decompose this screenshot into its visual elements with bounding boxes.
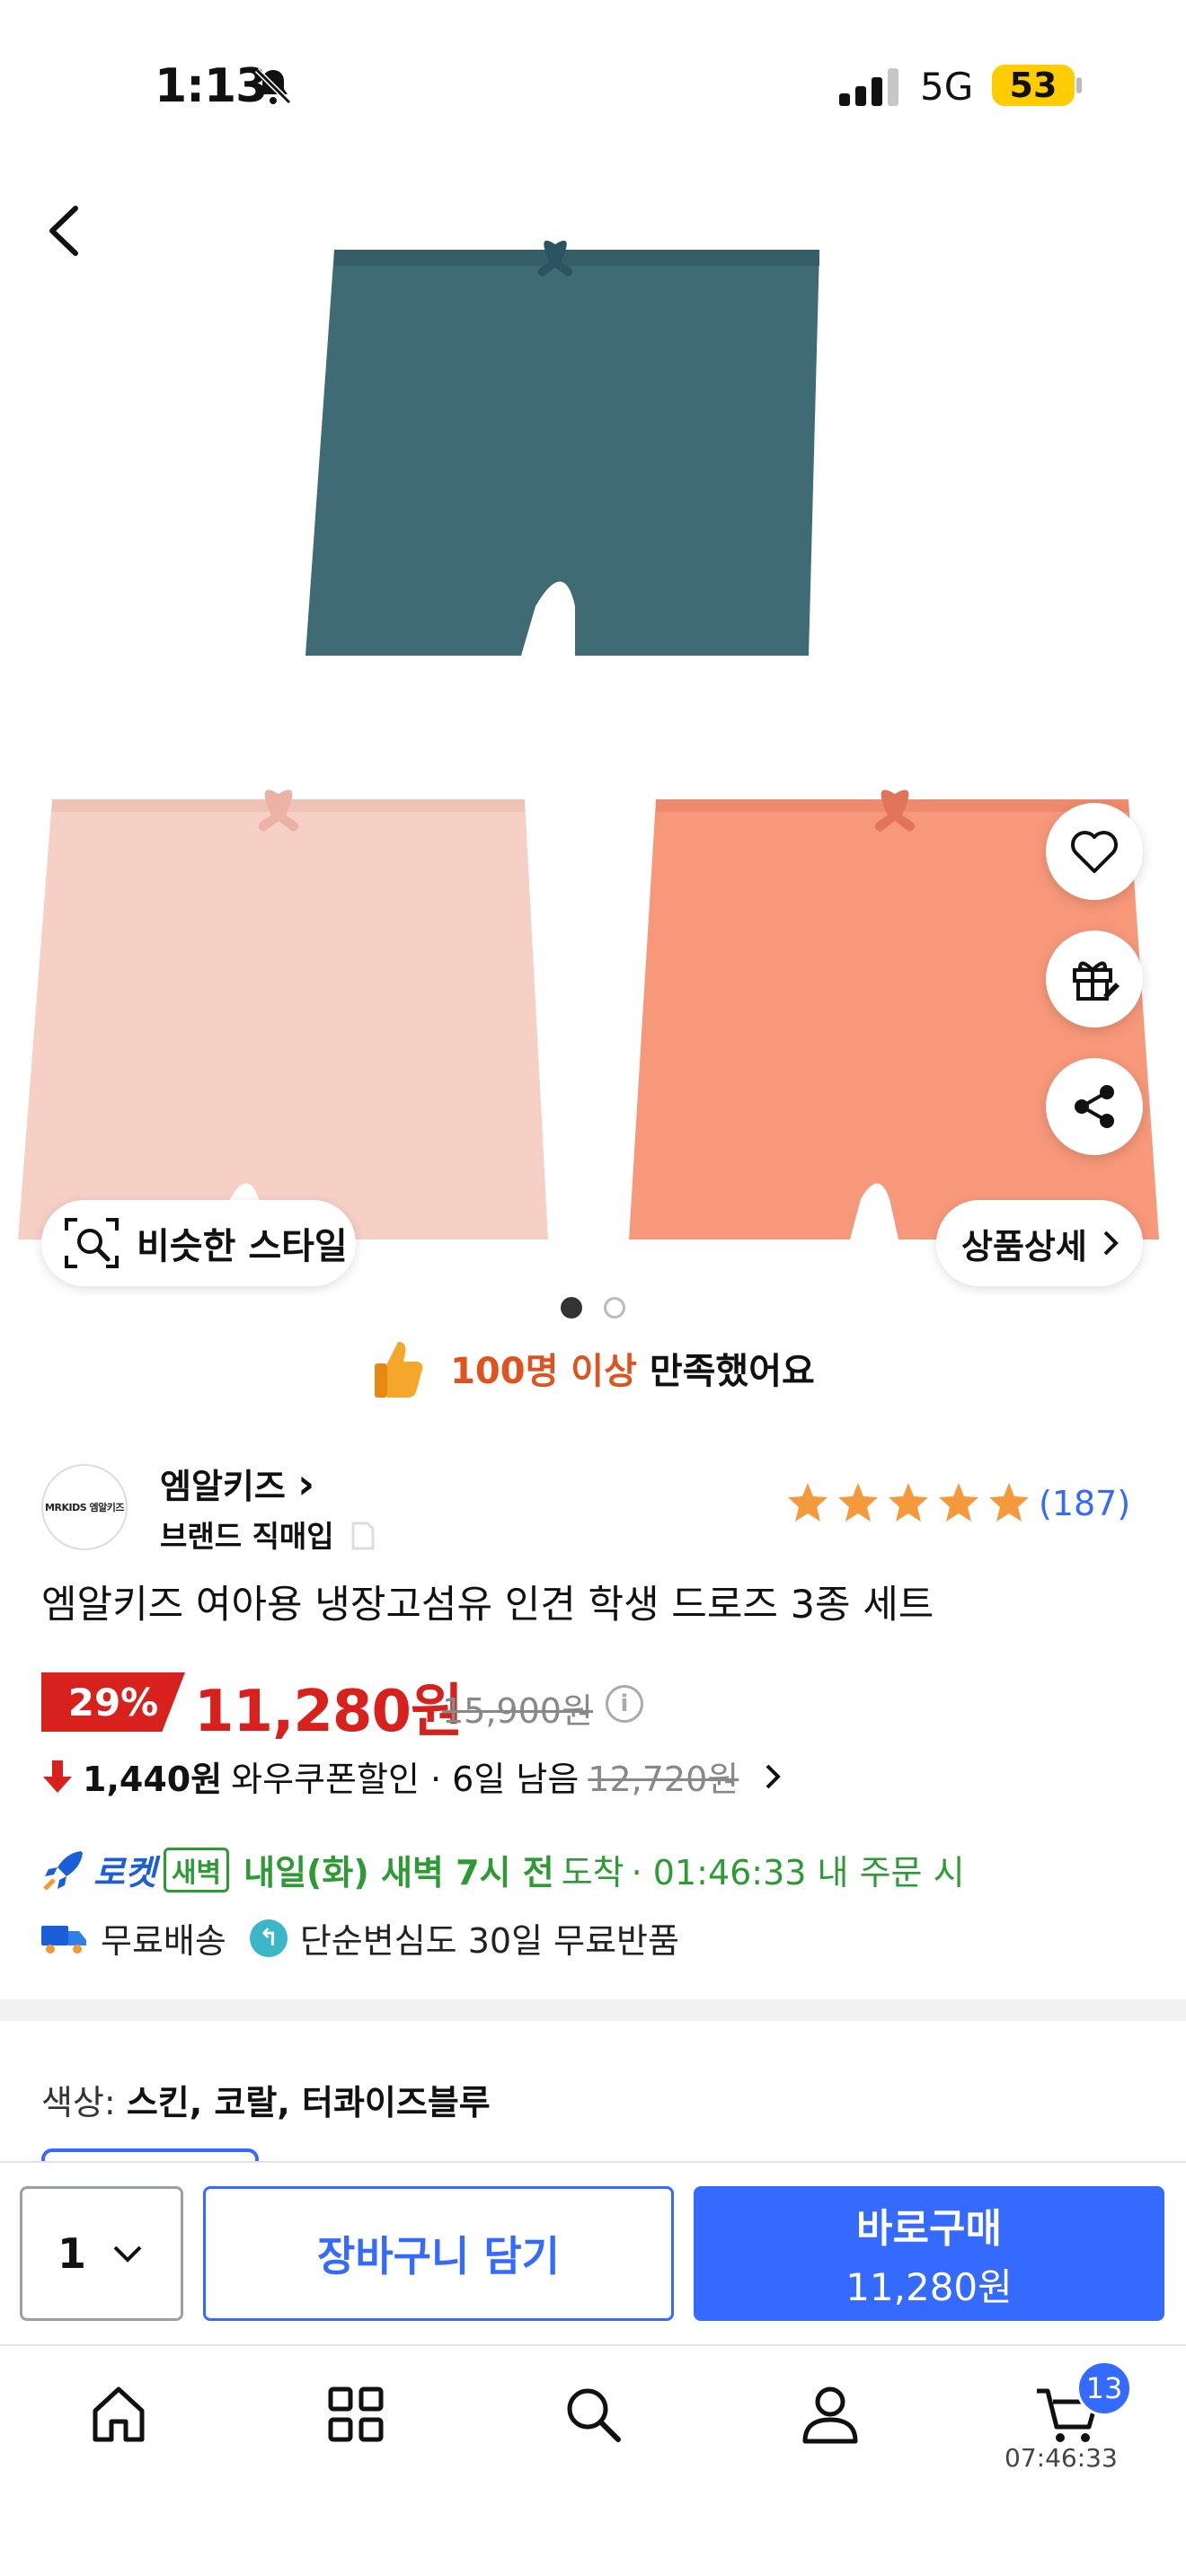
arrival-word: 도착	[561, 1853, 624, 1892]
return-icon: ↰	[249, 1919, 288, 1957]
gift-button[interactable]	[1046, 931, 1143, 1028]
user-icon	[802, 2386, 858, 2444]
rocket-delivery-row: 로켓 새벽 내일(화) 새벽 7시 전 도착 · 01:46:33 내 주문 시	[41, 1845, 965, 1894]
chevron-down-icon	[113, 2245, 142, 2263]
shipping-info-row: 무료배송 ↰ 단순변심도 30일 무료반품	[41, 1913, 679, 1963]
product-image-teal	[305, 240, 819, 656]
product-detail-button[interactable]: 상품상세	[936, 1200, 1143, 1286]
color-option-label: 색상:	[41, 2083, 127, 2122]
cart-count-badge: 13	[1076, 2360, 1132, 2416]
share-button[interactable]	[1046, 1058, 1143, 1155]
coupon-amount: 1,440원	[83, 1760, 223, 1799]
star-icon	[989, 1483, 1029, 1522]
discount-badge: 29%	[41, 1672, 185, 1732]
product-title: 엠알키즈 여아용 냉장고섬유 인견 학생 드로즈 3종 세트	[41, 1583, 934, 1628]
section-divider	[0, 1999, 1186, 2021]
document-icon	[351, 1522, 375, 1550]
arrival-date: 내일(화) 새벽 7시 전	[243, 1853, 554, 1892]
product-image-carousel[interactable]	[0, 153, 1186, 1257]
back-arrow-icon[interactable]	[41, 199, 86, 262]
brand-direct-label: 브랜드 직매입	[160, 1513, 375, 1556]
review-count[interactable]: (187)	[1039, 1484, 1130, 1523]
brand-logo[interactable]: MRKIDS 엠알키즈	[41, 1464, 128, 1550]
battery-indicator: 53	[992, 65, 1082, 106]
color-option-value: 스킨, 코랄, 터콰이즈블루	[126, 2083, 491, 2122]
rating-stars[interactable]	[785, 1480, 1031, 1525]
signal-icon	[839, 68, 898, 106]
star-icon	[788, 1483, 828, 1522]
home-icon	[93, 2386, 145, 2442]
bell-off-icon	[254, 67, 292, 105]
grid-icon	[328, 2386, 384, 2442]
chevron-right-icon	[766, 1764, 782, 1788]
satisfaction-banner: 100명 이상 만족했어요	[0, 1338, 1186, 1408]
add-to-cart-button[interactable]: 장바구니 담기	[203, 2186, 674, 2321]
info-icon[interactable]: i	[606, 1685, 643, 1723]
wishlist-button[interactable]	[1046, 803, 1143, 900]
color-option-row: 색상: 스킨, 코랄, 터콰이즈블루	[41, 2075, 491, 2124]
tab-categories[interactable]	[320, 2378, 392, 2450]
free-return-label: 단순변심도 30일 무료반품	[299, 1921, 679, 1961]
coupon-discount-row[interactable]: 1,440원 와우쿠폰할인 · 6일 남음 12,720원	[41, 1751, 785, 1801]
tab-search[interactable]	[557, 2378, 629, 2450]
truck-icon	[41, 1925, 86, 1954]
arrow-down-icon	[43, 1760, 72, 1793]
chevron-right-icon: ›	[297, 1460, 315, 1508]
coupon-price: 12,720원	[588, 1760, 739, 1799]
sale-price: 11,280원	[194, 1679, 464, 1745]
similar-style-label: 비슷한 스타일	[137, 1226, 348, 1267]
search-icon	[567, 2388, 621, 2442]
thumbs-up-icon	[371, 1338, 425, 1408]
order-countdown: · 01:46:33 내 주문 시	[631, 1853, 965, 1892]
gift-icon	[1073, 961, 1120, 1001]
rocket-icon	[43, 1850, 83, 1891]
carousel-dot[interactable]	[604, 1297, 625, 1319]
brand-name: 엠알키즈	[160, 1467, 286, 1506]
original-price: 15,900원	[442, 1691, 593, 1731]
tab-my-account[interactable]	[794, 2378, 866, 2450]
similar-style-button[interactable]: 비슷한 스타일	[41, 1200, 356, 1286]
satisfaction-text: 만족했어요	[636, 1351, 815, 1392]
status-time: 1:13	[155, 59, 268, 113]
carousel-dot-active[interactable]	[561, 1297, 582, 1319]
star-icon	[939, 1483, 978, 1522]
quantity-value: 1	[57, 2229, 86, 2278]
quantity-select[interactable]: 1	[20, 2186, 183, 2321]
tab-home[interactable]	[83, 2378, 155, 2450]
buy-now-label: 바로구매	[856, 2205, 1002, 2252]
dawn-delivery-badge: 새벽	[163, 1847, 230, 1892]
coupon-label: 와우쿠폰할인 · 6일 남음	[231, 1760, 580, 1799]
free-shipping-label: 무료배송	[101, 1921, 226, 1961]
rocket-label: 로켓	[93, 1853, 156, 1892]
buy-now-button[interactable]: 바로구매 11,280원	[694, 2186, 1164, 2321]
share-icon	[1075, 1085, 1114, 1128]
chevron-right-icon	[1103, 1231, 1119, 1256]
star-icon	[838, 1483, 878, 1522]
brand-name-link[interactable]: 엠알키즈 ›	[160, 1459, 314, 1508]
cart-timer: 07:46:33	[1005, 2443, 1118, 2473]
heart-icon	[1071, 831, 1118, 873]
satisfaction-highlight: 100명 이상	[450, 1351, 637, 1392]
product-detail-label: 상품상세	[961, 1226, 1087, 1266]
brand-direct-text: 브랜드 직매입	[160, 1519, 334, 1554]
star-icon	[889, 1483, 928, 1522]
buy-now-price: 11,280원	[845, 2264, 1013, 2309]
network-label: 5G	[920, 65, 974, 109]
image-search-icon	[65, 1218, 119, 1268]
